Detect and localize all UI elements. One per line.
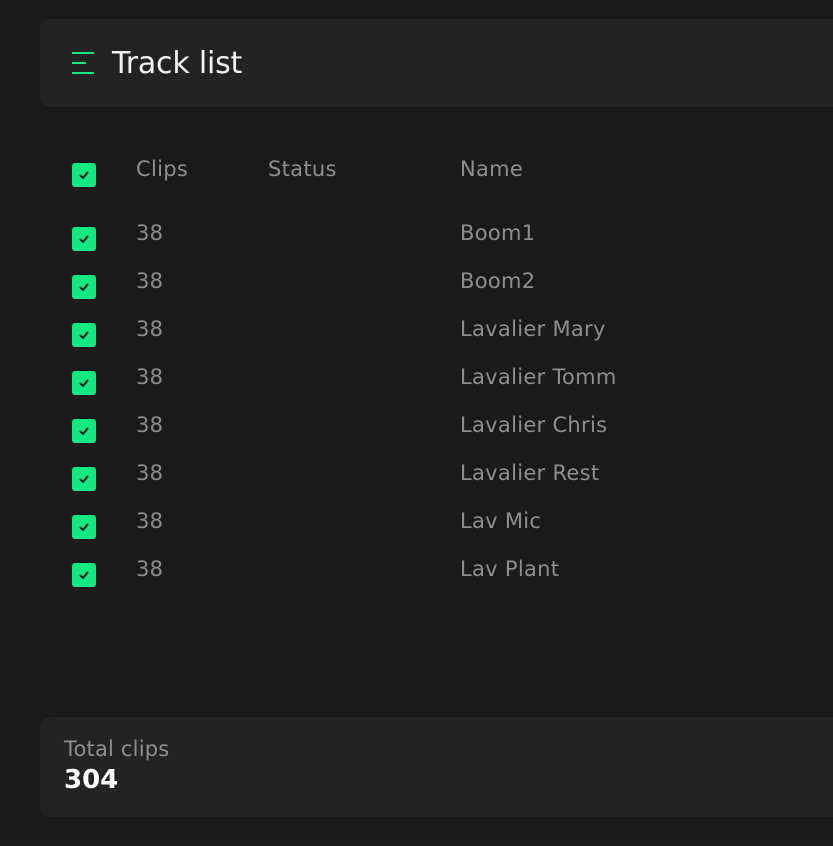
- checkmark-icon: [79, 331, 89, 339]
- checkmark-icon: [79, 475, 89, 483]
- checkmark-icon: [79, 427, 89, 435]
- row-checkbox[interactable]: [72, 371, 96, 395]
- row-name-cell: Lavalier Chris: [460, 413, 608, 437]
- checkmark-icon: [79, 171, 89, 179]
- checkmark-icon: [79, 379, 89, 387]
- row-clips-cell: 38: [136, 557, 164, 581]
- row-clips-cell: 38: [136, 365, 164, 389]
- checkmark-icon: [79, 283, 89, 291]
- row-name-cell: Lavalier Tomm: [460, 365, 617, 389]
- row-checkbox[interactable]: [72, 563, 96, 587]
- row-clips-cell: 38: [136, 413, 164, 437]
- row-name-cell: Boom1: [460, 221, 536, 245]
- row-checkbox[interactable]: [72, 227, 96, 251]
- row-name-cell: Lav Mic: [460, 509, 542, 533]
- row-name-cell: Lavalier Mary: [460, 317, 606, 341]
- row-clips-cell: 38: [136, 317, 164, 341]
- select-all-checkbox[interactable]: [72, 163, 96, 187]
- row-name-cell: Lavalier Rest: [460, 461, 600, 485]
- row-name-cell: Lav Plant: [460, 557, 560, 581]
- list-icon: [72, 52, 94, 74]
- row-checkbox[interactable]: [72, 467, 96, 491]
- row-clips-cell: 38: [136, 509, 164, 533]
- column-header-clips[interactable]: Clips: [136, 157, 188, 181]
- row-checkbox[interactable]: [72, 419, 96, 443]
- checkmark-icon: [79, 523, 89, 531]
- track-list-header: Track list: [40, 19, 833, 107]
- row-clips-cell: 38: [136, 221, 164, 245]
- column-header-status[interactable]: Status: [268, 157, 337, 181]
- checkmark-icon: [79, 571, 89, 579]
- row-checkbox[interactable]: [72, 275, 96, 299]
- row-clips-cell: 38: [136, 269, 164, 293]
- column-header-name[interactable]: Name: [460, 157, 523, 181]
- page-title: Track list: [112, 46, 243, 81]
- total-clips-value: 304: [64, 765, 119, 795]
- row-name-cell: Boom2: [460, 269, 536, 293]
- total-clips-label: Total clips: [64, 737, 170, 761]
- summary-panel: Total clips 304: [40, 717, 833, 817]
- row-checkbox[interactable]: [72, 323, 96, 347]
- row-clips-cell: 38: [136, 461, 164, 485]
- row-checkbox[interactable]: [72, 515, 96, 539]
- checkmark-icon: [79, 235, 89, 243]
